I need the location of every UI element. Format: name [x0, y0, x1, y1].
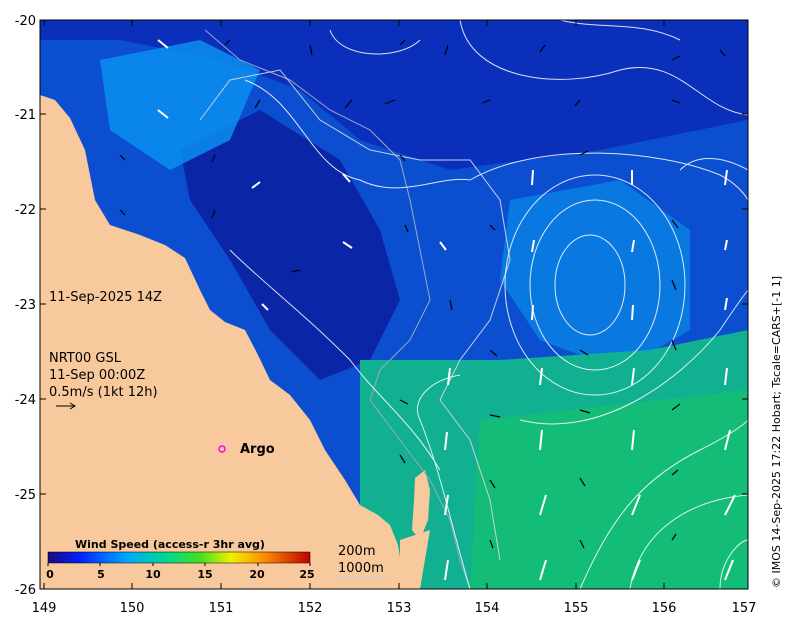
lon-tick-label: 155 [564, 601, 589, 616]
depth-legend-1000m: 1000m [338, 561, 384, 576]
time-label: 11-Sep 00:00Z [49, 368, 145, 383]
lon-tick-label: 153 [387, 601, 412, 616]
lon-tick-label: 149 [32, 601, 57, 616]
ocean-green-deep [470, 390, 748, 589]
lat-tick-label: -21 [15, 108, 36, 123]
colorbar-tick-label: 25 [299, 568, 314, 581]
lon-tick-label: 152 [298, 601, 323, 616]
colorbar-title: Wind Speed (access-r 3hr avg) [75, 538, 265, 551]
lon-tick-labels: 149 150 151 152 153 154 155 156 157 [32, 601, 757, 616]
lon-tick-label: 150 [120, 601, 145, 616]
depth-legend-200m: 200m [338, 544, 375, 559]
colorbar-tick-label: 20 [249, 568, 265, 581]
lat-tick-label: -26 [15, 583, 36, 598]
argo-label: Argo [240, 442, 275, 457]
date-label: 11-Sep-2025 14Z [49, 290, 162, 305]
lat-tick-label: -22 [15, 203, 36, 218]
lat-tick-label: -25 [15, 488, 36, 503]
lon-tick-label: 156 [652, 601, 677, 616]
lat-tick-labels: -20 -21 -22 -23 -24 -25 -26 [15, 14, 36, 598]
product-label: NRT00 GSL [49, 351, 122, 366]
ocean-current-map: 149 150 151 152 153 154 155 156 157 -20 … [15, 14, 783, 616]
colorbar-tick-label: 0 [46, 568, 54, 581]
lat-tick-label: -20 [15, 14, 36, 29]
credit-text: © IMOS 14-Sep-2025 17:22 Hobart; Tscale=… [770, 276, 783, 588]
colorbar-tick-label: 5 [97, 568, 105, 581]
lon-tick-label: 157 [732, 601, 757, 616]
scale-label: 0.5m/s (1kt 12h) [49, 385, 158, 400]
lat-tick-label: -23 [15, 298, 36, 313]
colorbar-gradient [47, 551, 311, 564]
lon-tick-label: 151 [209, 601, 234, 616]
lon-tick-label: 154 [475, 601, 500, 616]
colorbar-tick-label: 10 [145, 568, 161, 581]
colorbar-tick-label: 15 [197, 568, 212, 581]
lat-tick-label: -24 [15, 393, 36, 408]
